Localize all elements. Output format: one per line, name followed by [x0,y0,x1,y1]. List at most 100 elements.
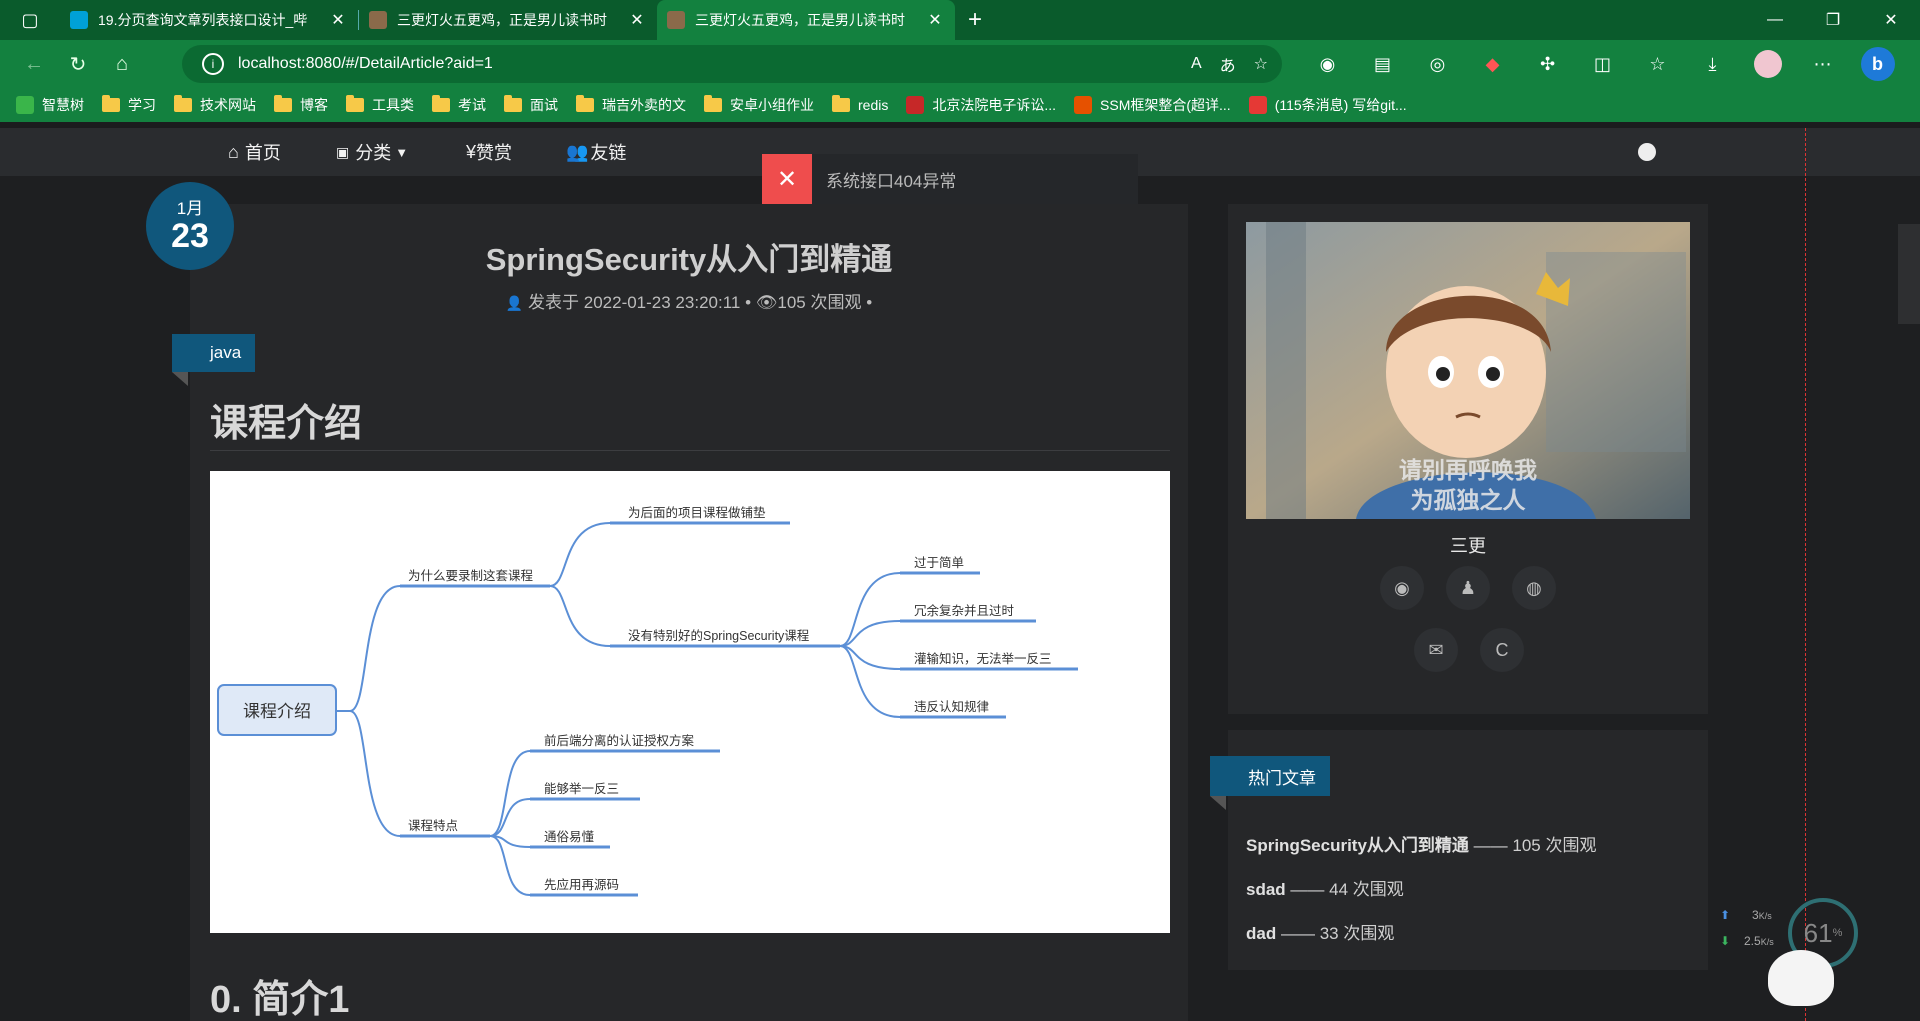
github-icon[interactable]: ◉ [1380,566,1424,610]
bookmark-item[interactable]: 技术网站 [174,95,256,115]
hot-article-name[interactable]: sdad [1246,880,1286,899]
weibo-icon[interactable]: ◍ [1512,566,1556,610]
site-favicon-icon [1248,96,1267,114]
folder-icon [346,95,364,112]
more-icon[interactable]: ⋯ [1795,40,1850,88]
translate-icon[interactable]: あ [1220,52,1236,76]
url-bar[interactable]: i localhost:8080/#/DetailArticle?aid=1 A… [182,45,1282,83]
site-favicon-icon [369,11,387,29]
bookmark-item[interactable]: 考试 [432,95,486,115]
close-tab-icon[interactable]: ✕ [627,10,647,30]
bookmark-label: 博客 [300,97,328,113]
error-close-icon[interactable]: ✕ [762,154,812,204]
bookmark-item[interactable]: 智慧树 [16,95,84,115]
bookmark-label: (115条消息) 写给git... [1274,97,1407,113]
bing-icon[interactable]: b [1850,40,1905,88]
nav-reward[interactable]: ¥ 赞赏 [466,128,512,176]
tab-actions-icon[interactable]: ▢ [0,0,60,40]
author-name: 三更 [1450,536,1486,556]
meta-dot: • [745,293,752,312]
profile-banner-image: 请别再呼唤我 为孤独之人 [1246,222,1690,519]
back-icon[interactable]: ← [12,44,56,84]
mm-f4: 先应用再源码 [544,877,619,892]
qq-icon[interactable]: ♟ [1446,566,1490,610]
nav-home[interactable]: ⌂ 首页 [228,128,281,176]
minimize-icon[interactable]: — [1746,0,1804,40]
extension-icon[interactable]: ◉ [1300,40,1355,88]
favorites-icon[interactable]: ☆ [1630,40,1685,88]
hot-articles-title: 热门文章 [1210,756,1330,796]
profile-avatar[interactable] [1740,40,1795,88]
mm-redundant: 冗余复杂并且过时 [914,603,1015,618]
gauge-value: 61 [1803,917,1833,948]
nav-links-label: 友链 [590,143,627,163]
url-text[interactable]: localhost:8080/#/DetailArticle?aid=1 [238,55,493,73]
bookmark-item[interactable]: SSM框架整合(超详... [1074,95,1231,115]
bookmark-label: redis [858,97,889,113]
hot-article-item[interactable]: sdad —— 44 次围观 [1246,875,1404,900]
split-screen-icon[interactable]: ◫ [1575,40,1630,88]
mm-f3: 通俗易懂 [544,830,595,844]
posted-label: 发表于 [528,293,580,312]
close-tab-icon[interactable]: ✕ [925,10,945,30]
hot-article-item[interactable]: dad —— 33 次围观 [1246,919,1394,944]
puzzle-icon[interactable]: ✣ [1520,40,1575,88]
download-speed: 2.5K/s [1744,934,1774,948]
tab-2[interactable]: 三更灯火五更鸡，正是男儿读书时 ✕ [359,0,657,40]
scrollbar-thumb[interactable] [1898,224,1920,324]
bookmark-item[interactable]: redis [832,95,889,113]
extension-icon[interactable]: ◆ [1465,40,1520,88]
mm-why: 为什么要录制这套课程 [408,568,534,583]
extension-icon[interactable]: ◎ [1410,40,1465,88]
article-title[interactable]: SpringSecurity从入门到精通 [190,234,1188,279]
hot-article-name[interactable]: SpringSecurity从入门到精通 [1246,836,1469,855]
mindmap-svg: 课程介绍 为什么要录制这套课程 为后面的项目课程做铺垫 没有特别好的Spring… [217,505,1078,897]
nav-reward-label: 赞赏 [476,143,513,163]
tab-3-active[interactable]: 三更灯火五更鸡，正是男儿读书时 ✕ [657,0,955,40]
hot-article-views: —— 33 次围观 [1280,924,1395,943]
guide-line [1805,128,1806,1021]
hot-article-item[interactable]: SpringSecurity从入门到精通 —— 105 次围观 [1246,831,1596,856]
banner-caption-1: 请别再呼唤我 [1399,457,1537,483]
bookmark-label: 学习 [128,97,156,113]
category-tag[interactable]: java [172,334,256,372]
bookmark-label: 智慧树 [42,97,84,113]
banner-caption-2: 为孤独之人 [1411,487,1527,513]
bookmark-item[interactable]: 瑞吉外卖的文 [576,95,686,115]
close-tab-icon[interactable]: ✕ [328,10,348,30]
download-arrow-icon: ⬇ [1720,934,1731,948]
csdn-icon[interactable]: C [1480,628,1524,672]
add-favorite-icon[interactable]: ☆ [1254,54,1268,74]
site-favicon-icon [667,11,685,29]
bookmark-item[interactable]: 博客 [274,95,328,115]
bookmark-item[interactable]: 学习 [102,95,156,115]
category-icon: ▣ [336,143,350,160]
bookmark-item[interactable]: (115条消息) 写给git... [1248,95,1407,115]
user-icon[interactable] [1638,128,1656,176]
read-aloud-icon[interactable]: A [1191,55,1202,73]
yen-icon: ¥ [466,141,477,162]
home-icon[interactable]: ⌂ [100,44,144,84]
folder-icon [832,95,850,112]
bookmark-item[interactable]: 安卓小组作业 [704,95,814,115]
bookmark-item[interactable]: 面试 [504,95,558,115]
bookmark-label: 工具类 [372,97,414,113]
bookmark-item[interactable]: 北京法院电子诉讼... [906,95,1056,115]
new-tab-icon[interactable]: + [955,0,995,40]
wechat-icon[interactable]: ✉ [1414,628,1458,672]
folder-icon [504,95,522,112]
tab-1[interactable]: 19.分页查询文章列表接口设计_哔 ✕ [60,0,358,40]
hot-article-views: —— 44 次围观 [1290,880,1404,899]
refresh-icon[interactable]: ↻ [56,44,100,84]
hot-article-name[interactable]: dad [1246,924,1276,943]
extension-icon[interactable]: ▤ [1355,40,1410,88]
posted-time: 2022-01-23 23:20:11 [583,293,741,312]
restore-icon[interactable]: ❐ [1804,0,1862,40]
download-icon[interactable]: ⤓ [1685,40,1740,88]
nav-links[interactable]: 👥 友链 [566,128,626,176]
nav-category[interactable]: ▣ 分类 ▼ [336,128,408,176]
site-info-icon[interactable]: i [202,53,224,75]
close-window-icon[interactable]: ✕ [1862,0,1920,40]
bookmark-label: 面试 [530,97,558,113]
bookmark-item[interactable]: 工具类 [346,95,414,115]
